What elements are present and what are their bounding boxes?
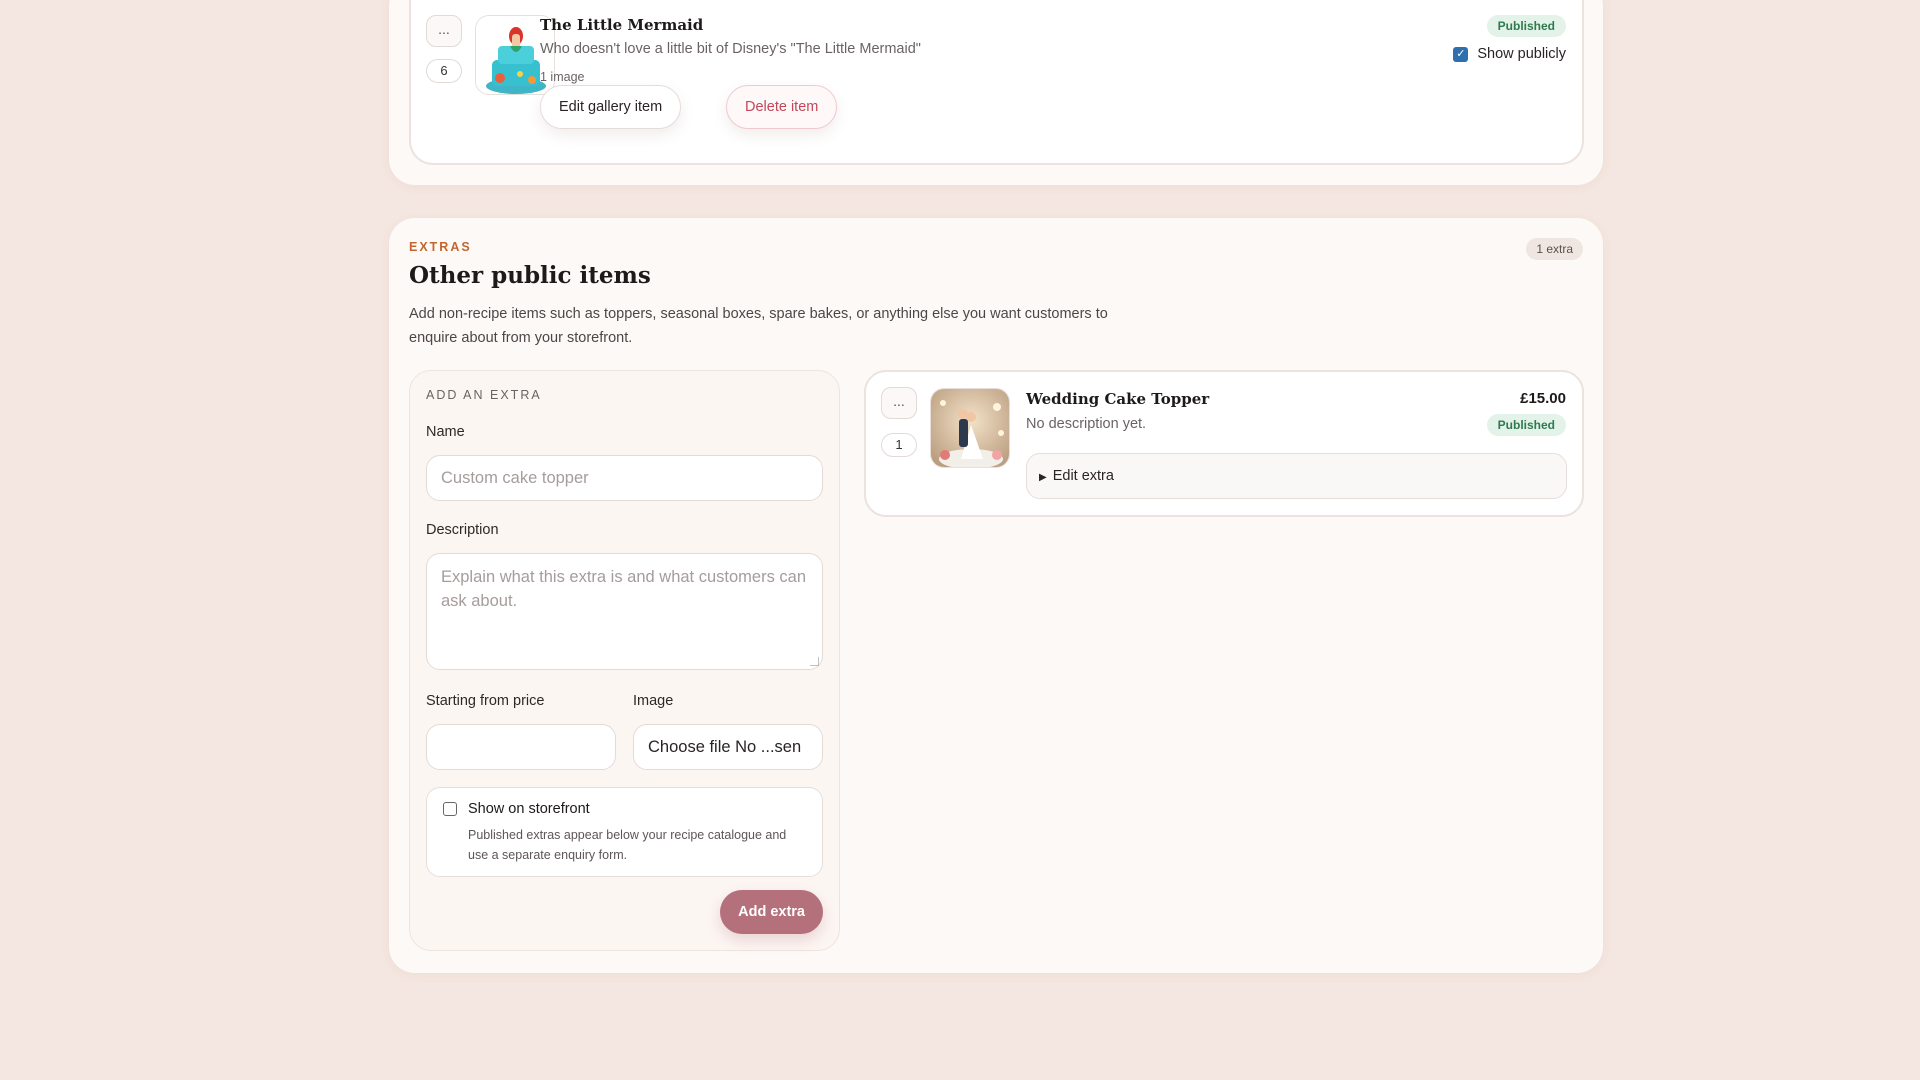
price-input[interactable] <box>426 724 616 770</box>
show-publicly-label: Show publicly <box>1477 46 1566 62</box>
description-textarea[interactable]: Explain what this extra is and what cust… <box>426 553 823 670</box>
extra-item-description: No description yet. <box>1026 416 1147 432</box>
storefront-label: Show on storefront <box>468 801 590 817</box>
add-extra-form: ADD AN EXTRA Name Custom cake topper Des… <box>409 370 840 951</box>
position-pill: 1 <box>881 433 917 457</box>
extras-panel: EXTRAS 1 extra Other public items Add no… <box>389 218 1603 973</box>
storefront-checkbox[interactable] <box>443 802 457 816</box>
disclosure-triangle-icon: ▶ <box>1039 472 1047 483</box>
gallery-item-image-count: 1 image <box>540 70 585 84</box>
reorder-button[interactable]: ... <box>426 15 462 47</box>
gallery-item-card: ... 6 The Little Mermaid Who doesn't lov… <box>409 0 1584 165</box>
edit-extra-label: Edit extra <box>1052 468 1114 484</box>
gallery-item-description: Who doesn't love a little bit of Disney'… <box>540 41 921 57</box>
image-label: Image <box>633 693 674 709</box>
status-badge: Published <box>1486 15 1566 37</box>
section-title: Other public items <box>409 262 651 289</box>
position-pill: 6 <box>426 59 462 83</box>
price-label: Starting from price <box>426 693 545 709</box>
name-label: Name <box>426 424 465 440</box>
cake-topper-image <box>931 389 1009 467</box>
section-description: Add non-recipe items such as toppers, se… <box>409 306 1108 346</box>
edit-extra-disclosure[interactable]: ▶ Edit extra <box>1026 453 1567 499</box>
status-badge: Published <box>1486 414 1566 436</box>
description-placeholder: Explain what this extra is and what cust… <box>441 568 807 610</box>
section-eyebrow: EXTRAS <box>409 240 472 254</box>
extra-item-price: £15.00 <box>1520 390 1566 407</box>
reorder-button[interactable]: ... <box>881 387 917 419</box>
gallery-panel: ... 6 The Little Mermaid Who doesn't lov… <box>389 0 1603 185</box>
extra-item-card: ... 1 Wedding Cake Topper No description… <box>864 370 1584 517</box>
storefront-help-text: Published extras appear below your recip… <box>468 828 787 862</box>
extras-count-badge: 1 extra <box>1526 238 1583 260</box>
extra-thumbnail[interactable] <box>930 388 1010 468</box>
checkbox-checked-icon[interactable]: ✓ <box>1453 46 1469 62</box>
description-label: Description <box>426 522 499 538</box>
resize-handle-icon[interactable] <box>810 657 819 666</box>
show-publicly-toggle[interactable]: ✓ Show publicly <box>1453 46 1566 62</box>
gallery-item-title: The Little Mermaid <box>540 16 704 34</box>
name-placeholder: Custom cake topper <box>441 469 589 487</box>
show-on-storefront-option: Show on storefront Published extras appe… <box>426 787 823 877</box>
name-input[interactable]: Custom cake topper <box>426 455 823 501</box>
delete-item-button[interactable]: Delete item <box>726 85 838 129</box>
add-extra-button[interactable]: Add extra <box>720 890 823 934</box>
edit-gallery-item-button[interactable]: Edit gallery item <box>540 85 682 129</box>
extra-item-title: Wedding Cake Topper <box>1026 390 1210 408</box>
image-file-input[interactable]: Choose file No ...sen <box>633 724 823 770</box>
form-eyebrow: ADD AN EXTRA <box>426 388 542 402</box>
